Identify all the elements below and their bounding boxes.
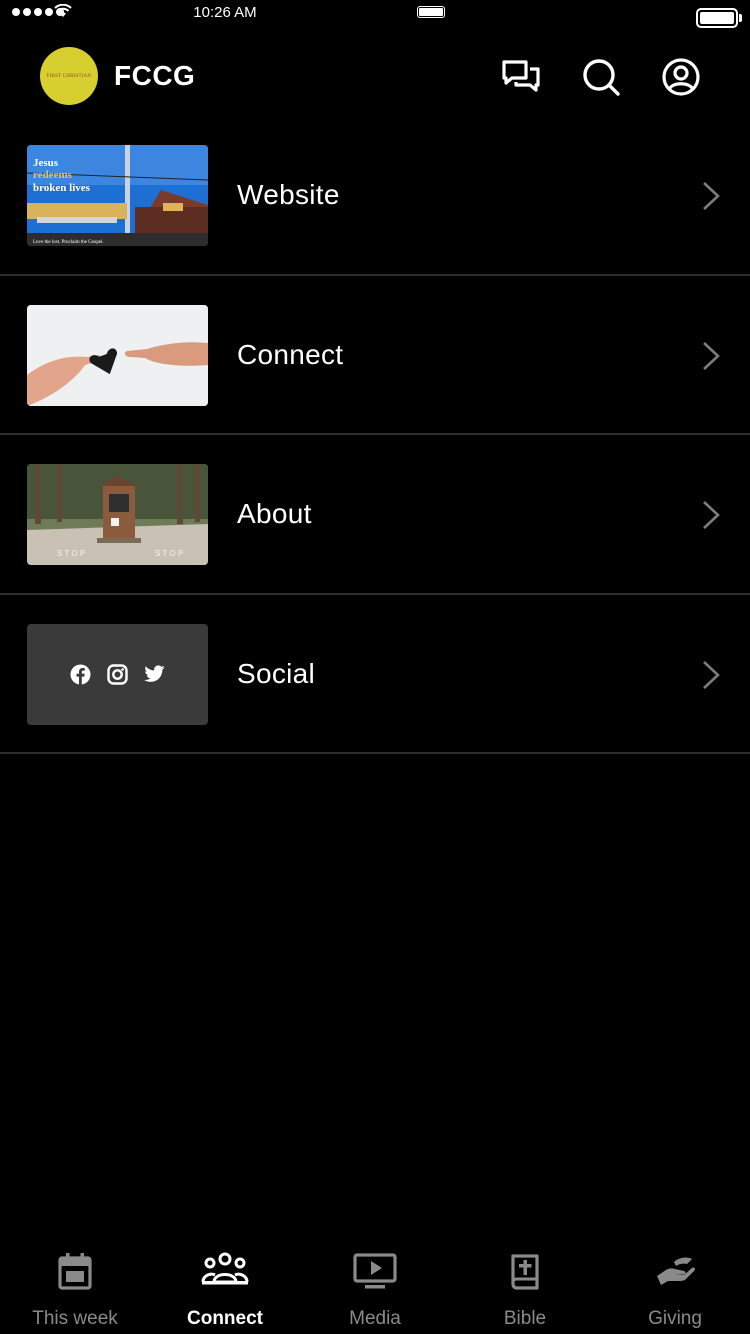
about-thumbnail: S T O P S T O P [27, 464, 208, 565]
list-item-label: Website [237, 179, 340, 210]
logo-text: FIRST CHRISTIAN [46, 73, 92, 79]
user-circle-icon[interactable] [660, 56, 702, 98]
app-header: FIRST CHRISTIAN FCCG [0, 40, 750, 114]
bible-icon [511, 1254, 539, 1290]
chat-bubbles-icon[interactable] [500, 56, 542, 98]
battery-cap [739, 14, 742, 22]
tab-bible[interactable]: Bible [450, 1236, 600, 1334]
tab-this-week[interactable]: This week [0, 1236, 150, 1334]
instagram-icon [107, 663, 128, 685]
people-group-icon [201, 1252, 249, 1285]
list-item-label: Connect [237, 338, 344, 370]
battery-icon [696, 8, 738, 28]
search-icon[interactable] [580, 56, 622, 98]
tab-giving[interactable]: Giving [600, 1236, 750, 1334]
twitter-icon [144, 665, 165, 682]
svg-text:S T O P: S T O P [155, 549, 183, 558]
church-logo[interactable]: FIRST CHRISTIAN [40, 47, 98, 105]
status-bar: 10:26 AM [0, 0, 750, 30]
calendar-icon [58, 1253, 92, 1290]
facebook-icon [70, 664, 91, 684]
chevron-right-icon [703, 501, 720, 529]
connect-thumbnail [27, 304, 208, 406]
list-item-social[interactable]: Social [0, 595, 750, 754]
website-thumbnail: Love the lost. Proclaim the Gospel. Jesu… [27, 145, 208, 246]
tab-connect[interactable]: Connect [150, 1236, 300, 1334]
tab-media[interactable]: Media [300, 1236, 450, 1334]
battery-icon-small [417, 6, 445, 18]
list-item-label: Social [237, 657, 316, 689]
list-item-connect[interactable]: Connect [0, 276, 750, 435]
website-thumb-line1: Jesus [33, 157, 59, 169]
website-thumb-caption: Love the lost. Proclaim the Gospel. [33, 240, 104, 245]
tab-label: Giving [648, 1308, 702, 1329]
giving-hand-icon [657, 1257, 696, 1285]
chevron-right-icon [703, 182, 720, 210]
tab-label: Bible [503, 1308, 547, 1329]
list-item-website[interactable]: Love the lost. Proclaim the Gospel. Jesu… [0, 116, 750, 276]
connect-list: Love the lost. Proclaim the Gospel. Jesu… [0, 116, 750, 754]
list-item-label: About [237, 498, 312, 529]
app-title: FCCG [114, 60, 196, 91]
tab-label: Media [349, 1308, 401, 1329]
website-thumb-line2: redeems [33, 169, 73, 181]
tab-label: Connect [187, 1308, 263, 1329]
chevron-right-icon [703, 341, 720, 370]
website-thumb-line3: broken lives [33, 182, 91, 194]
play-screen-icon [353, 1253, 397, 1289]
status-time: 10:26 AM [193, 4, 257, 21]
tab-label: This week [32, 1308, 118, 1329]
list-item-about[interactable]: S T O P S T O P About [0, 435, 750, 595]
svg-text:S T O P: S T O P [57, 549, 85, 558]
chevron-right-icon [703, 660, 720, 689]
bottom-tab-bar: This week Connect Media Bible Giving [0, 1236, 750, 1334]
social-thumbnail [27, 623, 208, 725]
